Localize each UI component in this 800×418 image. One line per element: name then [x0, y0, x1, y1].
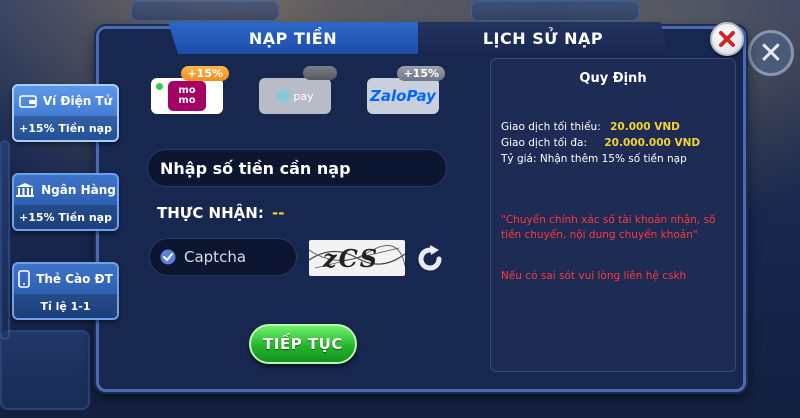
rules-title: Quy Định — [579, 71, 647, 86]
captcha-image: zCS — [309, 240, 405, 276]
background-close-icon: ✕ — [748, 30, 794, 76]
close-button[interactable] — [710, 22, 744, 56]
zalopay-logo-icon: ZaloPay — [370, 87, 436, 105]
viettel-pay-text: pay — [293, 89, 314, 103]
tab-deposit[interactable]: NẠP TIỀN — [168, 22, 418, 54]
tab-deposit-history[interactable]: LỊCH SỬ NẠP — [418, 22, 668, 54]
viettel-pay-logo: pay — [276, 89, 314, 103]
close-icon — [719, 31, 735, 47]
bonus-badge: +15% — [181, 66, 229, 81]
bg-tile — [130, 0, 280, 22]
check-circle-icon — [160, 249, 176, 265]
rule-contact: Nếu có sai sót vui lòng liên hệ cskh — [501, 270, 687, 282]
wallet-icon — [19, 94, 37, 108]
captcha-input[interactable]: Captcha — [149, 238, 297, 276]
rule-max-value: 20.000.000 VND — [604, 137, 701, 149]
bg-tile — [470, 0, 640, 22]
rule-max-label: Giao dịch tối đa: — [501, 137, 588, 149]
rule-max: Giao dịch tối đa: 20.000.000 VND — [501, 137, 700, 149]
rules-panel: Quy Định Giao dịch tối thiểu: 20.000 VND… — [490, 58, 736, 372]
refresh-captcha-button[interactable] — [413, 242, 447, 276]
deposit-form: mo mo +15% pay ZaloPay +15% Nhập số tiền… — [101, 58, 485, 378]
bonus-badge — [303, 66, 337, 80]
rule-note: "Chuyển chính xác số tài khoản nhận, số … — [501, 214, 716, 241]
bank-icon — [15, 182, 35, 198]
payment-viettel-pay[interactable]: pay — [259, 66, 337, 114]
receive-label: THỰC NHẬN: — [157, 204, 264, 222]
bg-tile — [0, 330, 90, 410]
captcha-placeholder: Captcha — [184, 248, 247, 266]
receive-value: -- — [272, 204, 285, 222]
momo-logo-icon: mo mo — [168, 81, 206, 111]
bg-tile — [0, 140, 10, 340]
rule-rate: Tỷ giá: Nhận thêm 15% số tiền nạp — [501, 153, 687, 165]
rule-min-label: Giao dịch tối thiểu: — [501, 121, 601, 133]
viettel-pay-icon — [276, 89, 291, 103]
continue-button[interactable]: TIẾP TỤC — [249, 324, 357, 364]
phone-card-icon — [18, 270, 30, 288]
tab-bar: NẠP TIỀN LỊCH SỬ NẠP — [168, 22, 668, 54]
bonus-badge: +15% — [397, 66, 445, 81]
rule-min: Giao dịch tối thiểu: 20.000 VND — [501, 121, 680, 133]
rule-min-value: 20.000 VND — [610, 121, 680, 133]
amount-input[interactable]: Nhập số tiền cần nạp — [147, 149, 447, 187]
payment-momo[interactable]: mo mo +15% — [151, 66, 229, 114]
payment-zalopay[interactable]: ZaloPay +15% — [367, 66, 445, 114]
refresh-icon — [418, 245, 442, 271]
captcha-code: zCS — [323, 244, 380, 273]
selected-dot-icon — [155, 82, 164, 91]
